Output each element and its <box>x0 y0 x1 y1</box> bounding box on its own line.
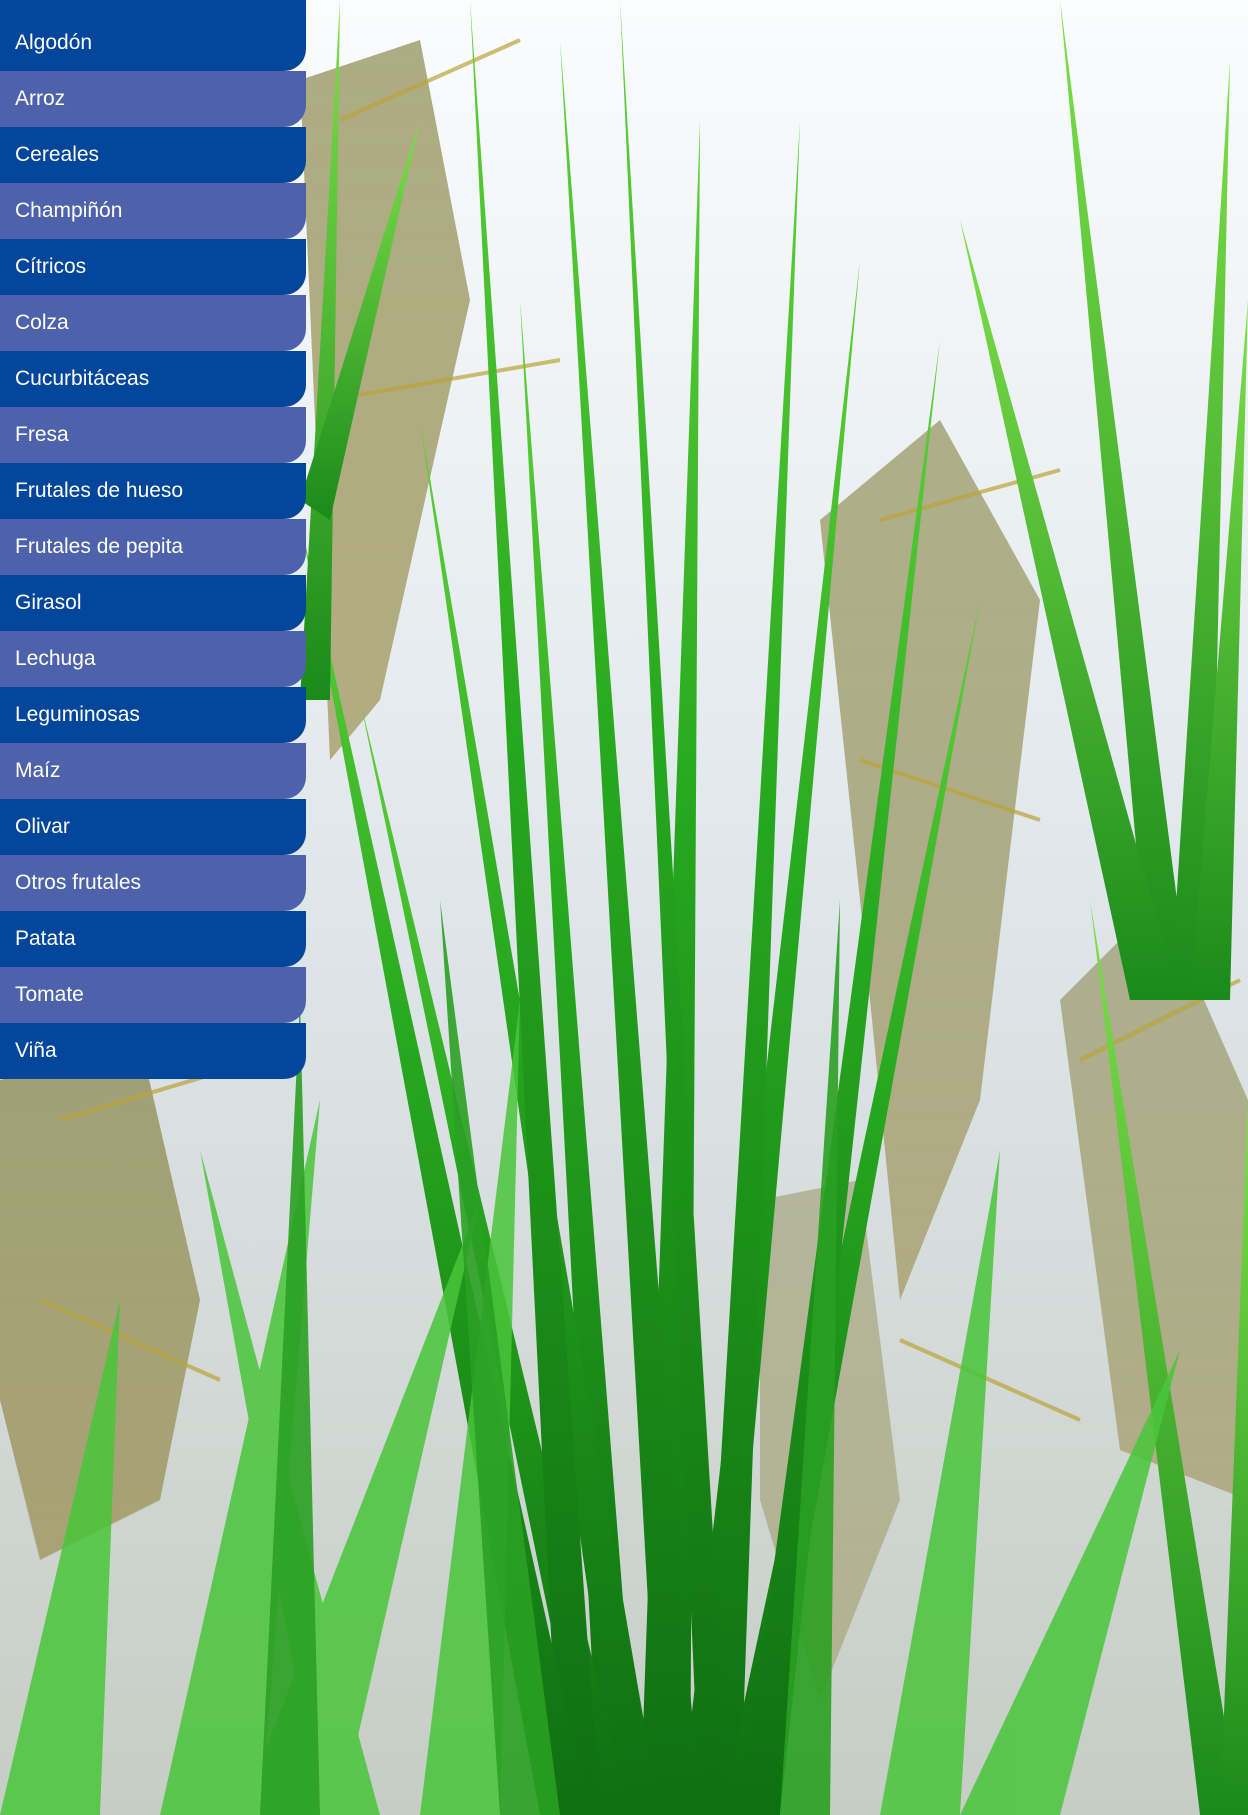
menu-item-label: Viña <box>15 1039 57 1062</box>
menu-item[interactable]: Arroz <box>0 71 306 127</box>
menu-item[interactable]: Leguminosas <box>0 687 306 743</box>
menu-item[interactable]: Cítricos <box>0 239 306 295</box>
menu-item[interactable]: Viña <box>0 1023 306 1079</box>
menu-item[interactable]: Fresa <box>0 407 306 463</box>
app-screen: Algodón Arroz Cereales Champiñón Cítricos Col… <box>0 0 1248 1815</box>
menu-item-label: Colza <box>15 311 69 334</box>
menu-item-label: Cereales <box>15 143 100 166</box>
menu-item[interactable]: Frutales de hueso <box>0 463 306 519</box>
menu-item[interactable]: Colza <box>0 295 306 351</box>
menu-item-label: Algodón <box>15 30 93 54</box>
menu-item-label: Lechuga <box>15 647 96 670</box>
menu-item-label: Fresa <box>15 423 69 446</box>
crop-menu: Algodón Arroz Cereales Champiñón Cítricos Col… <box>0 0 306 1079</box>
menu-item-label: Frutales de hueso <box>15 479 184 502</box>
menu-item-label: Girasol <box>15 591 82 614</box>
menu-item-label: Leguminosas <box>15 703 140 726</box>
menu-item[interactable]: Olivar <box>0 799 306 855</box>
menu-item-label: Cítricos <box>15 255 87 278</box>
menu-item-label: Frutales de pepita <box>15 535 184 558</box>
menu-item-label: Otros frutales <box>15 871 142 894</box>
menu-item-label: Patata <box>15 927 76 950</box>
menu-item[interactable]: Tomate <box>0 967 306 1023</box>
menu-item[interactable]: Cereales <box>0 127 306 183</box>
menu-item-label: Maíz <box>15 759 61 782</box>
menu-item[interactable]: Girasol <box>0 575 306 631</box>
menu-item-label: Champiñón <box>15 199 123 222</box>
menu-item[interactable]: Otros frutales <box>0 855 306 911</box>
menu-item-label: Cucurbitáceas <box>15 367 150 390</box>
menu-item-label: Olivar <box>15 815 70 838</box>
menu-item[interactable]: Patata <box>0 911 306 967</box>
menu-item-label: Arroz <box>15 87 66 110</box>
menu-item[interactable]: Champiñón <box>0 183 306 239</box>
menu-item[interactable]: Frutales de pepita <box>0 519 306 575</box>
menu-item[interactable]: Cucurbitáceas <box>0 351 306 407</box>
menu-item[interactable]: Maíz <box>0 743 306 799</box>
menu-item-label: Tomate <box>15 983 84 1006</box>
menu-item[interactable]: Lechuga <box>0 631 306 687</box>
menu-item[interactable]: Algodón <box>0 0 306 71</box>
